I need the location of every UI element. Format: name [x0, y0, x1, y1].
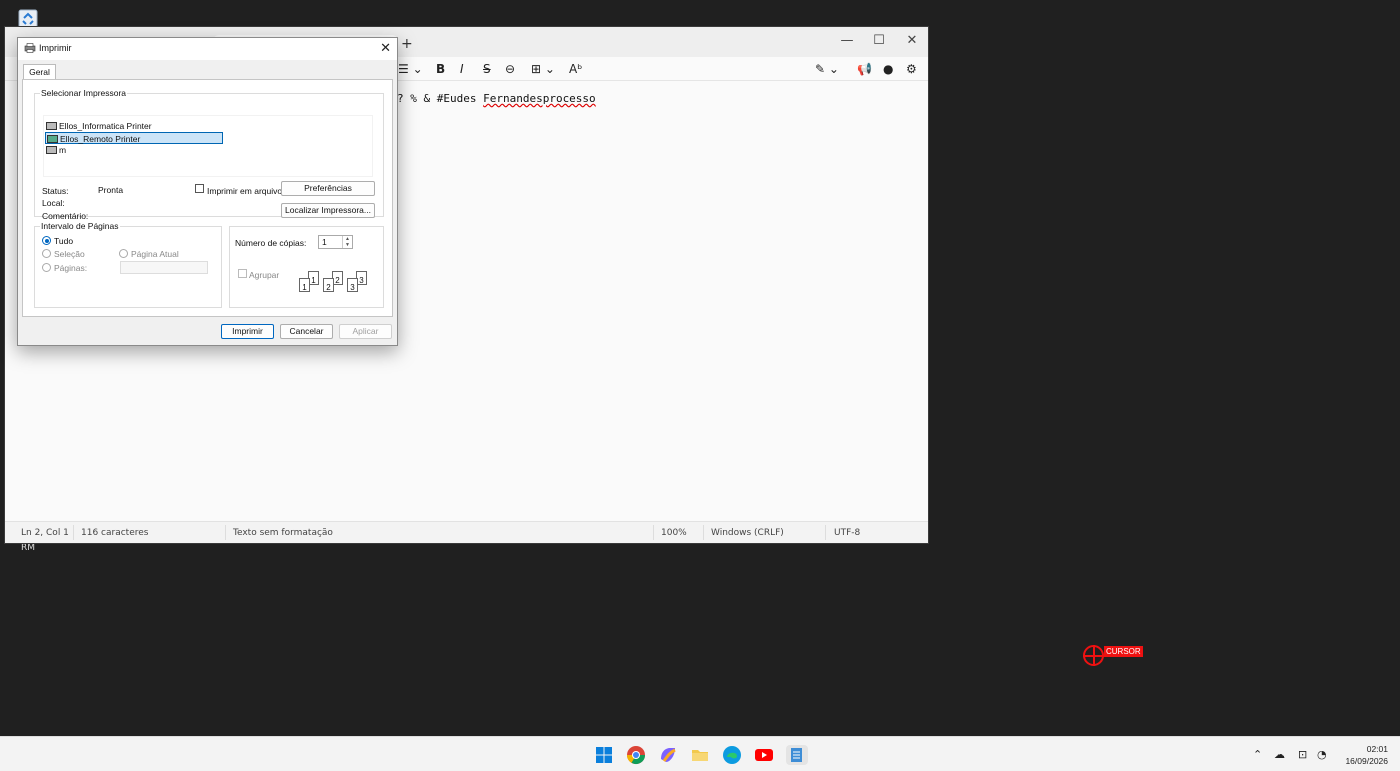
- format-mode: Texto sem formatação: [233, 528, 333, 538]
- minimize-button[interactable]: —: [831, 31, 863, 51]
- encoding[interactable]: UTF-8: [834, 528, 860, 538]
- desktop-label: RM: [21, 543, 36, 553]
- cursor-label: CURSOR: [1104, 646, 1143, 657]
- select-printer-group: Selecionar Impressora Ellos_Informatica …: [34, 88, 384, 221]
- settings-gear-icon[interactable]: ⚙: [906, 60, 917, 78]
- general-tab-panel: Selecionar Impressora Ellos_Informatica …: [22, 79, 393, 317]
- ai-rewrite-icon[interactable]: ✎ ⌄: [815, 60, 839, 78]
- copies-stepper[interactable]: 1 ▲ ▼: [318, 235, 353, 249]
- range-current-label: Página Atual: [131, 249, 179, 259]
- misspelled-word: Fernandesprocesso: [483, 92, 596, 105]
- comment-label: Comentário:: [42, 211, 89, 221]
- cancel-button[interactable]: Cancelar: [280, 324, 333, 339]
- range-selection-radio[interactable]: [42, 249, 51, 258]
- find-printer-button[interactable]: Localizar Impressora...: [281, 203, 375, 218]
- spellcheck-icon[interactable]: Aᵇ: [569, 60, 582, 78]
- start-icon[interactable]: [594, 745, 614, 765]
- printer-icon: [46, 122, 57, 130]
- pages-input[interactable]: [120, 261, 208, 274]
- onedrive-offline-icon[interactable]: ☁: [1274, 748, 1285, 761]
- chrome-icon[interactable]: [626, 745, 646, 765]
- preferences-button[interactable]: Preferências: [281, 181, 375, 196]
- collate-page-icon: 3: [347, 278, 358, 292]
- dialog-title: Imprimir: [39, 43, 72, 53]
- table-icon[interactable]: ⊞ ⌄: [531, 60, 555, 78]
- apply-button[interactable]: Aplicar: [339, 324, 392, 339]
- range-current-radio[interactable]: [119, 249, 128, 258]
- printer-item-selected[interactable]: Ellos_Remoto Printer: [45, 132, 223, 144]
- print-button[interactable]: Imprimir: [221, 324, 274, 339]
- page-range-label: Intervalo de Páginas: [40, 221, 120, 231]
- collate-page-icon: 1: [299, 278, 310, 292]
- copies-group: Número de cópias: 1 ▲ ▼ Agrupar 1 1 2 2 3…: [229, 226, 384, 308]
- printer-icon: [47, 135, 58, 143]
- char-count: 116 caracteres: [81, 528, 149, 538]
- cursor-position: Ln 2, Col 1: [21, 528, 69, 538]
- status-value: Pronta: [98, 185, 124, 195]
- clock-time: 02:01: [1366, 744, 1388, 754]
- close-window-button[interactable]: ✕: [896, 31, 928, 51]
- printer-item[interactable]: Ellos_Informatica Printer: [45, 120, 152, 132]
- file-explorer-icon[interactable]: [690, 745, 710, 765]
- collate-checkbox[interactable]: [238, 269, 247, 278]
- dialog-titlebar: Imprimir ✕: [18, 38, 397, 60]
- announcement-icon[interactable]: 📢: [857, 60, 872, 78]
- list-icon[interactable]: ☰ ⌄: [398, 60, 423, 78]
- page-range-group: Intervalo de Páginas Tudo Seleção Página…: [34, 221, 222, 308]
- link-icon[interactable]: ⊖: [505, 60, 515, 78]
- edge-icon[interactable]: [722, 745, 742, 765]
- status-label: Status:: [42, 186, 69, 196]
- status-bar: Ln 2, Col 1 116 caracteres Texto sem for…: [5, 521, 928, 543]
- clock-date: 16/09/2026: [1345, 756, 1388, 766]
- local-label: Local:: [42, 198, 65, 208]
- youtube-icon[interactable]: [754, 745, 774, 765]
- printer-list[interactable]: Ellos_Informatica Printer Ellos_Remoto P…: [43, 115, 373, 177]
- tab-geral[interactable]: Geral: [23, 64, 56, 80]
- collate-label: Agrupar: [249, 270, 280, 280]
- editor-text[interactable]: ? % & #Eudes Fernandesprocesso: [397, 92, 596, 105]
- range-all-radio[interactable]: [42, 236, 51, 245]
- new-tab-button[interactable]: +: [401, 36, 413, 52]
- range-selection-label: Seleção: [54, 249, 85, 259]
- account-icon[interactable]: ●: [883, 60, 893, 78]
- copilot-icon[interactable]: [658, 745, 678, 765]
- range-all-label: Tudo: [54, 236, 74, 246]
- volume-icon[interactable]: ◔: [1317, 748, 1327, 761]
- printer-icon: [24, 43, 36, 53]
- line-ending[interactable]: Windows (CRLF): [711, 528, 784, 538]
- stepper-arrows-icon[interactable]: ▲ ▼: [342, 236, 352, 248]
- range-pages-label: Páginas:: [54, 263, 88, 273]
- print-to-file-label: Imprimir em arquivo: [207, 186, 283, 196]
- strikethrough-icon[interactable]: S: [483, 60, 491, 78]
- network-icon[interactable]: ⊡: [1298, 748, 1307, 761]
- print-to-file-checkbox[interactable]: [195, 184, 204, 193]
- notepad-icon[interactable]: [786, 745, 808, 765]
- range-pages-radio[interactable]: [42, 263, 51, 272]
- collate-page-icon: 2: [323, 278, 334, 292]
- printer-item[interactable]: m: [45, 144, 66, 156]
- printer-icon: [46, 146, 57, 154]
- italic-icon[interactable]: I: [460, 60, 464, 78]
- zoom-level[interactable]: 100%: [661, 528, 687, 538]
- print-dialog: Imprimir ✕ Geral Selecionar Impressora E…: [17, 37, 398, 346]
- taskbar: ⌃ ☁ ⊡ ◔ 02:01 16/09/2026: [0, 736, 1400, 771]
- select-printer-label: Selecionar Impressora: [40, 88, 128, 98]
- copies-label: Número de cópias:: [235, 238, 307, 248]
- clock[interactable]: 02:01 16/09/2026: [1345, 743, 1388, 767]
- bold-icon[interactable]: B: [436, 60, 445, 78]
- close-icon[interactable]: ✕: [380, 40, 391, 56]
- cursor-crosshair-icon: [1083, 645, 1104, 666]
- chevron-up-icon[interactable]: ⌃: [1253, 748, 1262, 761]
- maximize-button[interactable]: ☐: [863, 31, 895, 51]
